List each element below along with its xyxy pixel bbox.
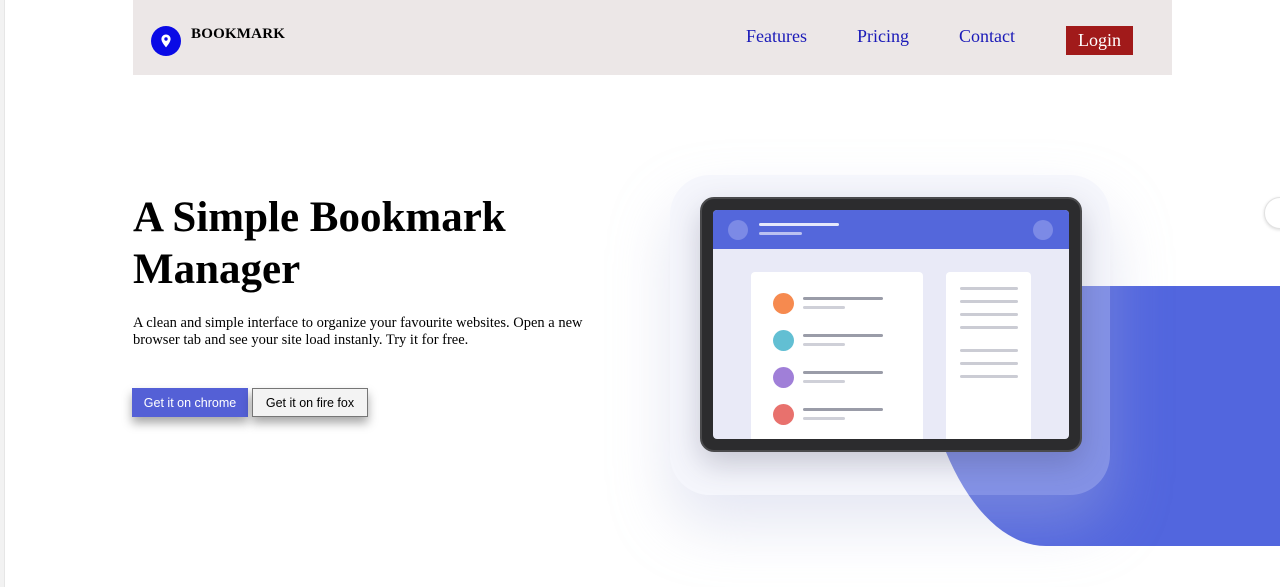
bookmark-line (803, 306, 845, 309)
bookmark-dot-icon (773, 404, 794, 425)
screen-header (713, 210, 1069, 249)
get-chrome-button[interactable]: Get it on chrome (132, 388, 248, 417)
sidebar-line (960, 326, 1018, 329)
nav-link-contact[interactable]: Contact (959, 26, 1015, 47)
menu-circle-icon (1033, 220, 1053, 240)
sidebar-line (960, 362, 1018, 365)
bookmark-line (803, 408, 883, 411)
side-extension-tab[interactable] (1264, 197, 1280, 229)
avatar-circle-icon (728, 220, 748, 240)
window-edge (0, 0, 5, 587)
sidebar-card (946, 272, 1031, 439)
bookmark-line (803, 334, 883, 337)
tablet-screen (713, 210, 1069, 439)
bookmark-line (803, 371, 883, 374)
hero-description: A clean and simple interface to organize… (133, 315, 583, 348)
sidebar-line (960, 300, 1018, 303)
nav-link-features[interactable]: Features (746, 26, 807, 47)
bookmark-line (803, 297, 883, 300)
get-firefox-button[interactable]: Get it on fire fox (252, 388, 368, 417)
sidebar-line (960, 287, 1018, 290)
bookmark-dot-icon (773, 293, 794, 314)
bookmark-dot-icon (773, 330, 794, 351)
hero-title: A Simple Bookmark Manager (133, 194, 506, 293)
bookmark-line (803, 380, 845, 383)
brand-name[interactable]: BOOKMARK (191, 26, 285, 43)
logo-icon[interactable] (151, 26, 181, 56)
sidebar-line (960, 313, 1018, 316)
nav-link-pricing[interactable]: Pricing (857, 26, 909, 47)
login-button[interactable]: Login (1066, 26, 1133, 55)
bookmark-line (803, 343, 845, 346)
sidebar-line (960, 349, 1018, 352)
header-line (759, 232, 802, 235)
header-line (759, 223, 839, 226)
navbar (133, 0, 1172, 75)
bookmark-line (803, 417, 845, 420)
bookmark-list-card (751, 272, 923, 439)
bookmark-dot-icon (773, 367, 794, 388)
sidebar-line (960, 375, 1018, 378)
location-pin-icon (161, 34, 171, 48)
